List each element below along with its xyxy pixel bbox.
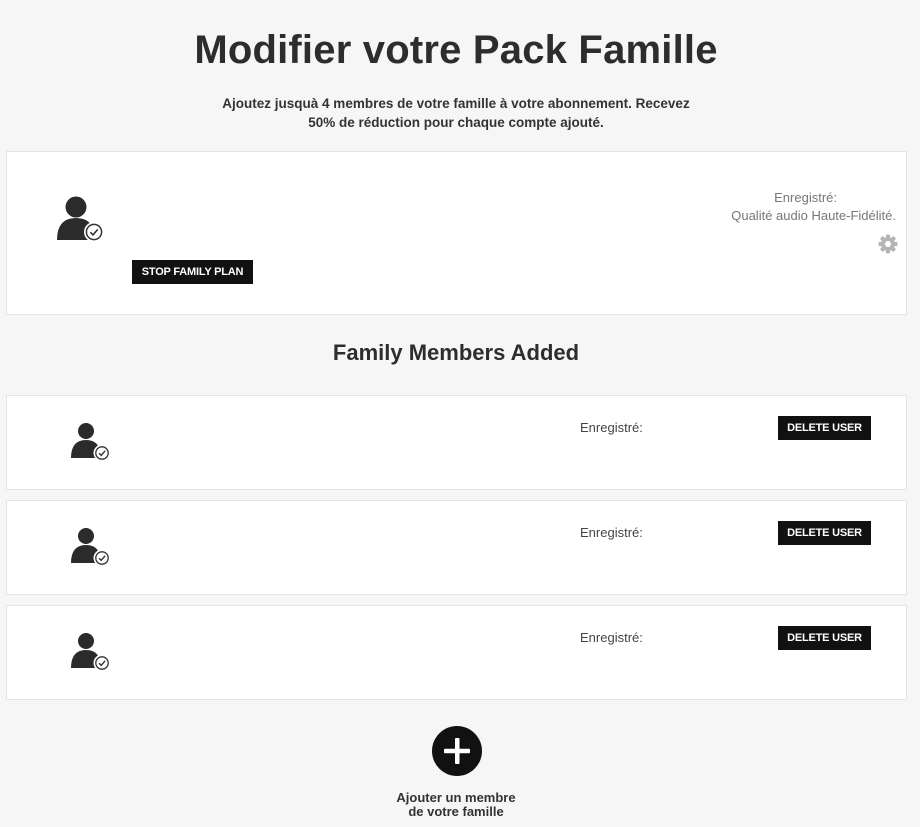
member-card: Enregistré: DELETE USER (6, 500, 907, 595)
delete-user-button[interactable]: DELETE USER (778, 521, 871, 545)
user-verified-icon (71, 633, 111, 672)
subtitle-line-2: 50% de réduction pour chaque compte ajou… (308, 115, 604, 130)
family-members-heading: Family Members Added (332, 340, 580, 365)
owner-registered-label: Enregistré: (774, 190, 837, 205)
family-plan-page: Modifier votre Pack Famille Ajoutez jusq… (0, 0, 920, 827)
page-subtitle: Ajoutez jusquà 4 membres de votre famill… (200, 94, 712, 132)
add-member-button[interactable] (432, 726, 482, 776)
add-member-label-line-2: de votre famille (408, 804, 504, 819)
stop-family-plan-button[interactable]: STOP FAMILY PLAN (132, 260, 253, 284)
member-registered-label: Enregistré: (580, 420, 643, 435)
owner-card: STOP FAMILY PLAN Enregistré: Qualité aud… (6, 151, 907, 315)
plus-icon (444, 738, 470, 764)
subtitle-line-1: Ajoutez jusquà 4 membres de votre famill… (222, 96, 690, 111)
user-verified-icon (57, 196, 104, 242)
member-card: Enregistré: DELETE USER (6, 395, 907, 490)
owner-audio-quality: Qualité audio Haute-Fidélité. (731, 208, 896, 223)
delete-user-button[interactable]: DELETE USER (778, 416, 871, 440)
member-registered-label: Enregistré: (580, 630, 643, 645)
user-verified-icon (71, 423, 111, 462)
page-title: Modifier votre Pack Famille (194, 28, 718, 72)
delete-user-button[interactable]: DELETE USER (778, 626, 871, 650)
member-registered-label: Enregistré: (580, 525, 643, 540)
user-verified-icon (71, 528, 111, 567)
add-member-label[interactable]: Ajouter un membre de votre famille (356, 791, 556, 819)
member-card: Enregistré: DELETE USER (6, 605, 907, 700)
add-member-label-line-1: Ajouter un membre (396, 790, 516, 805)
gear-icon[interactable] (878, 234, 898, 254)
